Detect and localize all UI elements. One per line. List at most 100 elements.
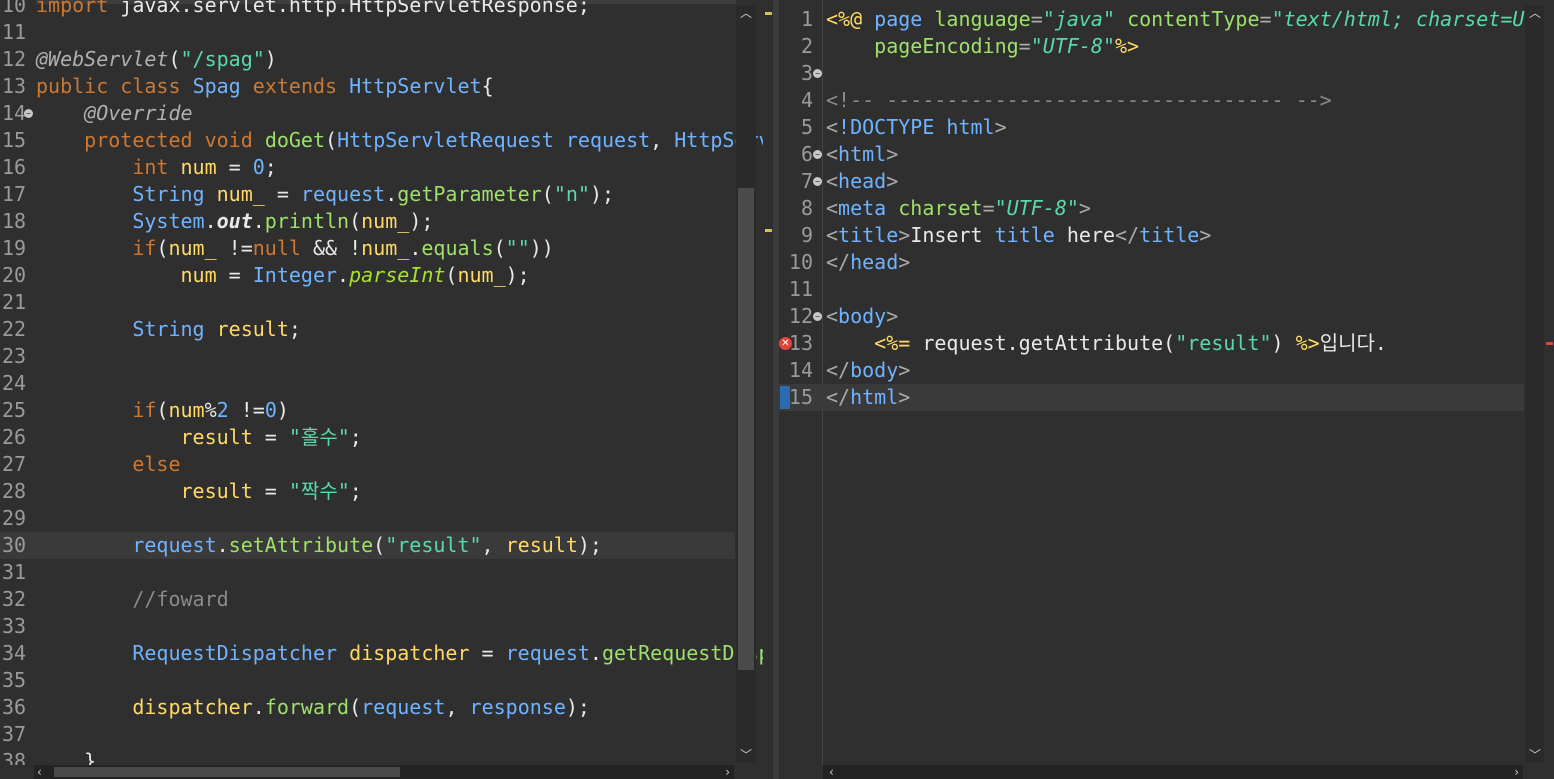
line-text[interactable]: int num = 0; [36, 154, 277, 181]
line-text[interactable]: request.setAttribute("result", result); [36, 532, 602, 559]
warning-overview-mark[interactable] [765, 12, 772, 15]
line-text[interactable]: if(num_ !=null && !num_.equals("")) [36, 235, 554, 262]
error-marker-icon[interactable]: ✕ [779, 337, 792, 350]
code-line[interactable]: 12 <body> [779, 303, 1524, 330]
java-vertical-scroll-thumb[interactable] [738, 188, 754, 670]
code-line[interactable]: 16 int num = 0; [0, 154, 735, 181]
scroll-right-arrow-icon[interactable]: › [725, 766, 730, 778]
line-text[interactable]: else [36, 451, 180, 478]
code-line[interactable]: 29 [0, 505, 735, 532]
line-text[interactable]: public class Spag extends HttpServlet{ [36, 73, 494, 100]
line-text[interactable]: <%@ page language="java" contentType="te… [826, 6, 1554, 33]
code-line[interactable]: 4 <!-- --------------------------------- … [779, 87, 1524, 114]
code-line[interactable]: 30 request.setAttribute("result", result… [0, 532, 735, 559]
fold-toggle-icon[interactable]: − [813, 150, 822, 159]
code-line[interactable]: 13 <%= request.getAttribute("result") %>… [779, 330, 1524, 357]
code-line[interactable]: 36 dispatcher.forward(request, response)… [0, 694, 735, 721]
code-line[interactable]: 15 </html> [779, 384, 1524, 411]
code-line[interactable]: 25 if(num%2 !=0) [0, 397, 735, 424]
line-text[interactable]: RequestDispatcher dispatcher = request.g… [36, 640, 773, 667]
line-text[interactable]: String num_ = request.getParameter("n"); [36, 181, 614, 208]
line-text[interactable]: import javax.servlet.http.HttpServletRes… [36, 0, 590, 19]
code-line[interactable]: 34 RequestDispatcher dispatcher = reques… [0, 640, 773, 667]
line-text[interactable]: </head> [826, 249, 910, 276]
code-line[interactable]: 12 @WebServlet("/spag") [0, 46, 735, 73]
fold-toggle-icon[interactable]: − [813, 177, 822, 186]
line-text[interactable]: <!DOCTYPE html> [826, 114, 1007, 141]
code-line[interactable]: 10 </head> [779, 249, 1524, 276]
code-line[interactable]: 8 <meta charset="UTF-8"> [779, 195, 1524, 222]
scroll-down-arrow-icon[interactable]: ﹀ [1529, 749, 1541, 761]
jsp-vertical-scrollbar[interactable]: ︿ ﹀ [1525, 5, 1545, 763]
line-text[interactable]: </body> [826, 357, 910, 384]
code-line[interactable]: 1 <%@ page language="java" contentType="t… [779, 6, 1554, 33]
code-line[interactable]: 10 import javax.servlet.http.HttpServletR… [0, 0, 735, 19]
code-line[interactable]: 37 [0, 721, 735, 748]
scroll-up-arrow-icon[interactable]: ︿ [1529, 7, 1541, 19]
line-text[interactable]: protected void doGet(HttpServletRequest … [36, 127, 773, 154]
error-overview-mark[interactable] [1546, 342, 1553, 345]
code-line[interactable]: 3 [779, 60, 1524, 87]
code-line[interactable]: 20 num = Integer.parseInt(num_); [0, 262, 735, 289]
line-text[interactable]: pageEncoding="UTF-8"%> [826, 33, 1139, 60]
code-line[interactable]: 35 [0, 667, 735, 694]
line-text[interactable]: <head> [826, 168, 898, 195]
jsp-code-area[interactable]: 1 <%@ page language="java" contentType="t… [779, 0, 1554, 765]
code-line[interactable]: 11 [0, 19, 735, 46]
fold-toggle-icon[interactable]: − [813, 69, 822, 78]
line-text[interactable]: @Override [36, 100, 192, 127]
warning-overview-mark[interactable] [765, 229, 772, 232]
code-line[interactable]: 6 <html> [779, 141, 1524, 168]
code-line[interactable]: 21 [0, 289, 735, 316]
code-line[interactable]: 14 </body> [779, 357, 1524, 384]
code-line[interactable]: 32 //foward [0, 586, 735, 613]
line-text[interactable]: System.out.println(num_); [36, 208, 433, 235]
code-line[interactable]: 23 [0, 343, 735, 370]
code-line[interactable]: 31 [0, 559, 735, 586]
line-text[interactable]: result = "짝수"; [36, 478, 362, 505]
code-line[interactable]: 9 <title>Insert title here</title> [779, 222, 1524, 249]
code-line[interactable]: 38 } [0, 748, 735, 765]
code-line[interactable]: 33 [0, 613, 735, 640]
line-text[interactable]: <meta charset="UTF-8"> [826, 195, 1091, 222]
code-line[interactable]: 24 [0, 370, 735, 397]
line-text[interactable]: <body> [826, 303, 898, 330]
scroll-left-arrow-icon[interactable]: ‹ [829, 766, 834, 778]
scroll-left-arrow-icon[interactable]: ‹ [37, 766, 42, 778]
scroll-up-arrow-icon[interactable]: ︿ [740, 7, 752, 19]
code-line[interactable]: 11 [779, 276, 1524, 303]
code-line[interactable]: 13 public class Spag extends HttpServlet{ [0, 73, 735, 100]
line-text[interactable]: if(num%2 !=0) [36, 397, 289, 424]
scroll-down-arrow-icon[interactable]: ﹀ [740, 749, 752, 761]
code-line[interactable]: 7 <head> [779, 168, 1524, 195]
line-text[interactable]: <%= request.getAttribute("result") %>입니다… [826, 330, 1387, 357]
fold-toggle-icon[interactable]: − [813, 312, 822, 321]
line-text[interactable]: <title>Insert title here</title> [826, 222, 1211, 249]
java-horizontal-scroll-thumb[interactable] [54, 767, 400, 777]
jsp-horizontal-scrollbar[interactable]: ‹ › [823, 765, 1523, 779]
line-text[interactable]: String result; [36, 316, 301, 343]
code-line[interactable]: 15 protected void doGet(HttpServletReque… [0, 127, 773, 154]
line-text[interactable]: //foward [36, 586, 228, 613]
line-text[interactable]: result = "홀수"; [36, 424, 362, 451]
line-text[interactable]: } [36, 748, 96, 765]
line-text[interactable]: @WebServlet("/spag") [36, 46, 277, 73]
java-code-area[interactable]: 10 import javax.servlet.http.HttpServletR… [0, 0, 773, 765]
code-line[interactable]: 17 String num_ = request.getParameter("n… [0, 181, 735, 208]
code-line[interactable]: 26 result = "홀수"; [0, 424, 735, 451]
scroll-right-arrow-icon[interactable]: › [1514, 766, 1519, 778]
line-text[interactable]: <!-- --------------------------------- -… [826, 87, 1332, 114]
code-line[interactable]: 27 else [0, 451, 735, 478]
code-line[interactable]: 5 <!DOCTYPE html> [779, 114, 1524, 141]
code-line[interactable]: 19 if(num_ !=null && !num_.equals("")) [0, 235, 735, 262]
code-line[interactable]: 18 System.out.println(num_); [0, 208, 735, 235]
java-editor-pane[interactable]: 10 import javax.servlet.http.HttpServletR… [0, 0, 773, 779]
code-line[interactable]: 22 String result; [0, 316, 735, 343]
line-text[interactable]: <html> [826, 141, 898, 168]
code-line[interactable]: 14 @Override [0, 100, 735, 127]
java-horizontal-scrollbar[interactable]: ‹ › [34, 765, 734, 779]
java-vertical-scrollbar[interactable]: ︿ ﹀ [736, 5, 756, 763]
jsp-overview-ruler[interactable] [1544, 0, 1554, 765]
fold-toggle-icon[interactable]: − [24, 109, 33, 118]
line-text[interactable]: dispatcher.forward(request, response); [36, 694, 590, 721]
